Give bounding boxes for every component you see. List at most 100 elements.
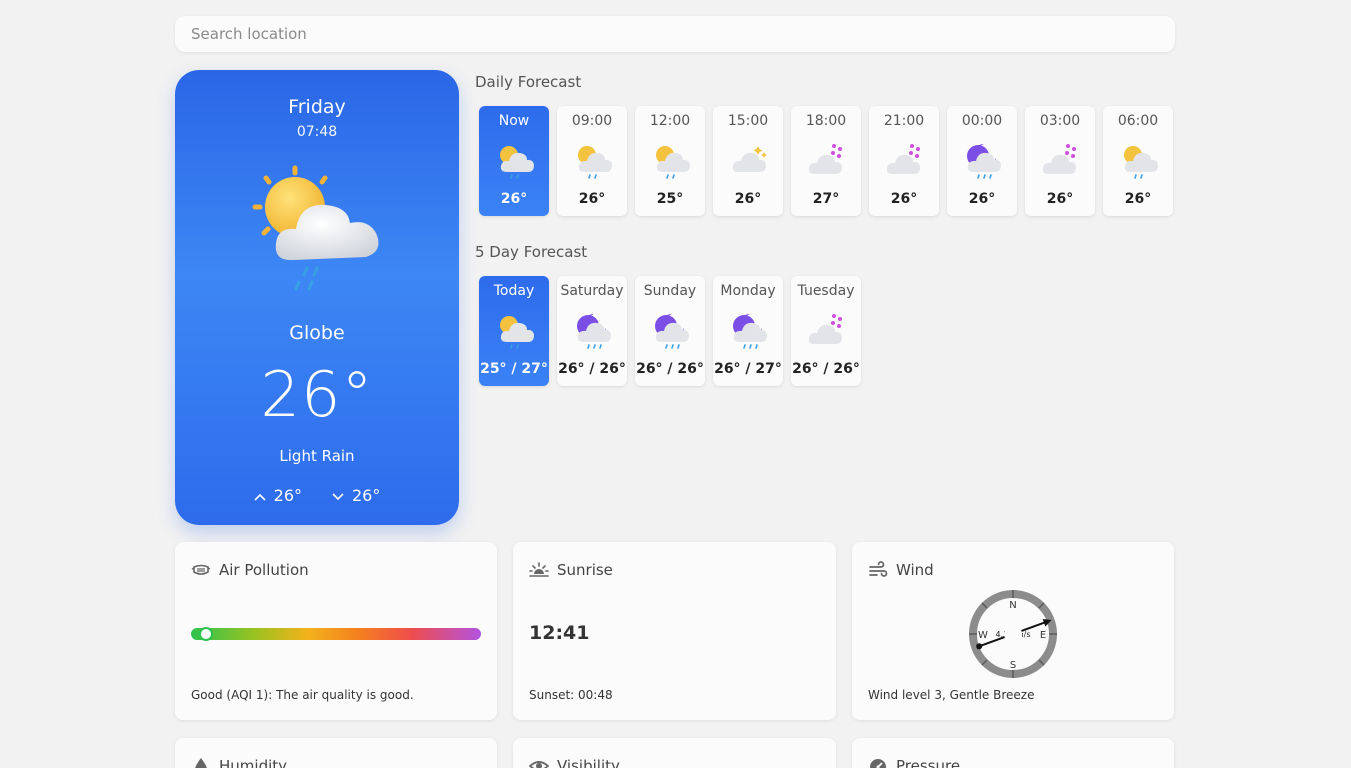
sunrise-icon — [529, 562, 549, 577]
wind-panel: Wind N S W E 4.58 m/s Wind level 3, Gent… — [852, 542, 1174, 720]
wind-title: Wind — [896, 561, 934, 579]
forecast-card[interactable]: Tuesday 26° / 26° — [791, 276, 861, 386]
moon-cloud-rain-icon — [733, 314, 767, 349]
visibility-title: Visibility — [557, 757, 620, 768]
daily-forecast-list: Now 26° 09:00 26° 12:00 25° 15:00 26° 18:00 27° 21… — [479, 106, 1173, 216]
wind-icon — [869, 561, 888, 577]
forecast-temp: 27° — [812, 191, 840, 207]
low-temp-value: 26° — [352, 486, 381, 505]
humidity-title: Humidity — [219, 757, 288, 768]
current-location: Globe — [289, 322, 345, 344]
forecast-temp: 26° — [890, 191, 918, 207]
forecast-label: 12:00 — [649, 113, 691, 129]
forecast-card[interactable]: Saturday 26° / 26° — [557, 276, 627, 386]
wind-description: Wind level 3, Gentle Breeze — [868, 688, 1035, 702]
forecast-card[interactable]: 12:00 25° — [635, 106, 705, 216]
sun-cloud-rain-icon — [252, 165, 379, 291]
sun-cloud-rain-icon — [500, 146, 534, 179]
cloud-snow-icon — [886, 144, 920, 174]
forecast-label: 06:00 — [1117, 113, 1159, 129]
daily-forecast-title: Daily Forecast — [475, 73, 582, 91]
forecast-card[interactable]: Now 26° — [479, 106, 549, 216]
forecast-label: 00:00 — [961, 113, 1003, 129]
current-time: 07:48 — [296, 124, 338, 140]
forecast-temp: 26° — [1124, 191, 1152, 207]
high-low: 26° 26° — [175, 486, 459, 505]
aqi-indicator — [199, 627, 213, 641]
moon-cloud-rain-icon — [655, 314, 689, 349]
visibility-panel: Visibility — [513, 738, 836, 768]
five-day-forecast-title: 5 Day Forecast — [475, 243, 588, 261]
current-condition: Light Rain — [279, 447, 355, 465]
forecast-card[interactable]: 15:00 26° — [713, 106, 783, 216]
moon-cloud-rain-icon — [967, 144, 1001, 179]
forecast-label: 21:00 — [883, 113, 925, 129]
forecast-card[interactable]: 21:00 26° — [869, 106, 939, 216]
current-temperature: 26° — [260, 358, 374, 431]
forecast-temp: 25° / 27° — [480, 361, 548, 377]
forecast-label: 18:00 — [805, 113, 847, 129]
forecast-label: Now — [498, 113, 530, 129]
sunrise-time: 12:41 — [529, 622, 590, 644]
droplet-icon — [195, 758, 207, 768]
low-temp: 26° — [332, 486, 380, 505]
forecast-card[interactable]: Monday 26° / 27° — [713, 276, 783, 386]
wind-header: Wind — [868, 560, 934, 580]
cloud-snow-icon — [1042, 144, 1076, 174]
sun-cloud-rain-icon — [656, 146, 690, 179]
forecast-temp: 26° / 26° — [558, 361, 626, 377]
forecast-temp: 26° — [1046, 191, 1074, 207]
eye-icon — [529, 761, 549, 768]
wind-compass: N S W E 4.58 m/s — [969, 590, 1057, 678]
sun-cloud-rain-icon — [1124, 146, 1158, 179]
air-pollution-header: Air Pollution — [191, 560, 309, 580]
aqi-scale-bar — [191, 627, 481, 641]
current-weather-card: Friday 07:48 Globe 26° Light Rain 26° 26 — [175, 70, 459, 525]
forecast-temp: 26° / 26° — [636, 361, 704, 377]
forecast-temp: 26° — [500, 191, 528, 207]
forecast-temp: 26° — [578, 191, 606, 207]
forecast-card[interactable]: Today 25° / 27° — [479, 276, 549, 386]
forecast-label: 03:00 — [1039, 113, 1081, 129]
sunset-time: Sunset: 00:48 — [529, 688, 613, 702]
chevron-up-icon — [254, 493, 266, 501]
gauge-icon — [870, 759, 886, 768]
forecast-card[interactable]: 00:00 26° — [947, 106, 1017, 216]
forecast-card[interactable]: 03:00 26° — [1025, 106, 1095, 216]
forecast-label: 09:00 — [571, 113, 613, 129]
cloud-snow-icon — [808, 144, 842, 174]
compass-west: W — [978, 630, 988, 641]
forecast-label: Sunday — [643, 283, 697, 299]
sun-cloud-rain-icon — [578, 146, 612, 179]
air-quality-description: Good (AQI 1): The air quality is good. — [191, 688, 414, 702]
forecast-card[interactable]: Sunday 26° / 26° — [635, 276, 705, 386]
chevron-down-icon — [332, 493, 344, 501]
sunrise-title: Sunrise — [557, 561, 613, 579]
cloud-snow-icon — [808, 314, 842, 344]
moon-cloud-rain-icon — [577, 314, 611, 349]
forecast-temp: 26° / 26° — [792, 361, 860, 377]
pressure-header: Pressure — [868, 756, 960, 768]
compass-south: S — [1010, 660, 1016, 671]
compass-north: N — [1009, 600, 1016, 611]
forecast-card[interactable]: 09:00 26° — [557, 106, 627, 216]
mask-icon — [191, 564, 211, 575]
sun-cloud-rain-icon — [500, 316, 534, 349]
forecast-card[interactable]: 18:00 27° — [791, 106, 861, 216]
search-bar[interactable] — [175, 16, 1175, 52]
high-temp-value: 26° — [273, 486, 302, 505]
pressure-panel: Pressure — [852, 738, 1174, 768]
sunrise-header: Sunrise — [529, 560, 613, 580]
forecast-label: Monday — [720, 283, 776, 299]
search-input[interactable] — [191, 25, 1175, 43]
forecast-label: Tuesday — [797, 283, 855, 299]
sunrise-panel: Sunrise 12:41 Sunset: 00:48 — [513, 542, 836, 720]
forecast-label: Saturday — [560, 283, 624, 299]
cloud-stars-icon — [732, 146, 767, 172]
humidity-panel: Humidity — [175, 738, 497, 768]
forecast-card[interactable]: 06:00 26° — [1103, 106, 1173, 216]
high-temp: 26° — [254, 486, 302, 505]
current-day: Friday — [288, 96, 346, 118]
forecast-temp: 26° — [968, 191, 996, 207]
forecast-label: 15:00 — [727, 113, 769, 129]
